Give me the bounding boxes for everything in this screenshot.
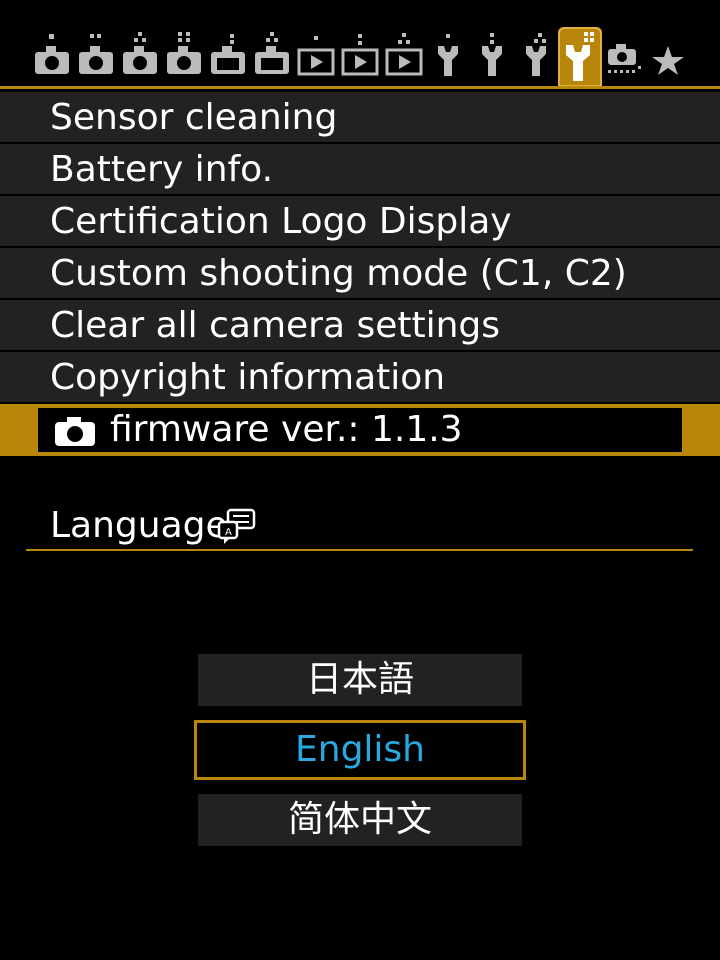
menu-item-label: Custom shooting mode (C1, C2) [50, 253, 627, 294]
menu-item-sensor-cleaning[interactable]: Sensor cleaning [0, 92, 720, 142]
menu-item-clear-camera-settings[interactable]: Clear all camera settings [0, 300, 720, 350]
setup-tab-4-icon[interactable] [558, 27, 602, 87]
camera-tab-4-icon[interactable] [164, 32, 204, 84]
menu-item-label: Sensor cleaning [50, 97, 338, 138]
playback-tab-2-icon[interactable] [340, 32, 380, 84]
camera-tab-2-icon[interactable] [76, 32, 116, 84]
custom-function-tab-icon[interactable] [604, 32, 644, 84]
selected-item-highlight: firmware ver.: 1.1.3 [38, 408, 682, 452]
language-option-chinese-simplified[interactable]: 简体中文 [198, 794, 522, 846]
menu-item-label: Clear all camera settings [50, 305, 501, 346]
camera-tab-6-icon[interactable] [252, 32, 292, 84]
menu-tab-bar [0, 0, 720, 89]
menu-item-certification-logo[interactable]: Certification Logo Display [0, 196, 720, 246]
svg-text:A: A [225, 527, 232, 538]
language-option-japanese[interactable]: 日本語 [198, 654, 522, 706]
setup-menu-list: Sensor cleaning Battery info. Certificat… [0, 92, 720, 458]
language-option-english[interactable]: English [194, 720, 526, 780]
language-divider [26, 549, 693, 551]
tab-underline [0, 86, 720, 89]
menu-item-custom-shooting-mode[interactable]: Custom shooting mode (C1, C2) [0, 248, 720, 298]
menu-item-label: Battery info. [50, 149, 274, 190]
menu-item-label: firmware ver.: 1.1.3 [110, 409, 463, 450]
setup-tab-1-icon[interactable] [428, 32, 468, 84]
speech-bubble-language-icon: A [216, 508, 258, 550]
menu-item-battery-info[interactable]: Battery info. [0, 144, 720, 194]
setup-tab-3-icon[interactable] [516, 32, 556, 84]
playback-tab-3-icon[interactable] [384, 32, 424, 84]
menu-item-label: Certification Logo Display [50, 201, 512, 242]
camera-tab-1-icon[interactable] [32, 32, 72, 84]
menu-item-firmware-version[interactable]: firmware ver.: 1.1.3 [0, 404, 720, 456]
my-menu-star-icon[interactable] [648, 32, 688, 84]
playback-tab-1-icon[interactable] [296, 32, 336, 84]
setup-tab-2-icon[interactable] [472, 32, 512, 84]
menu-item-copyright-information[interactable]: Copyright information [0, 352, 720, 402]
camera-icon [54, 417, 96, 451]
menu-item-label: Copyright information [50, 357, 446, 398]
camera-tab-5-icon[interactable] [208, 32, 248, 84]
camera-tab-3-icon[interactable] [120, 32, 160, 84]
language-title: Language [50, 505, 228, 546]
